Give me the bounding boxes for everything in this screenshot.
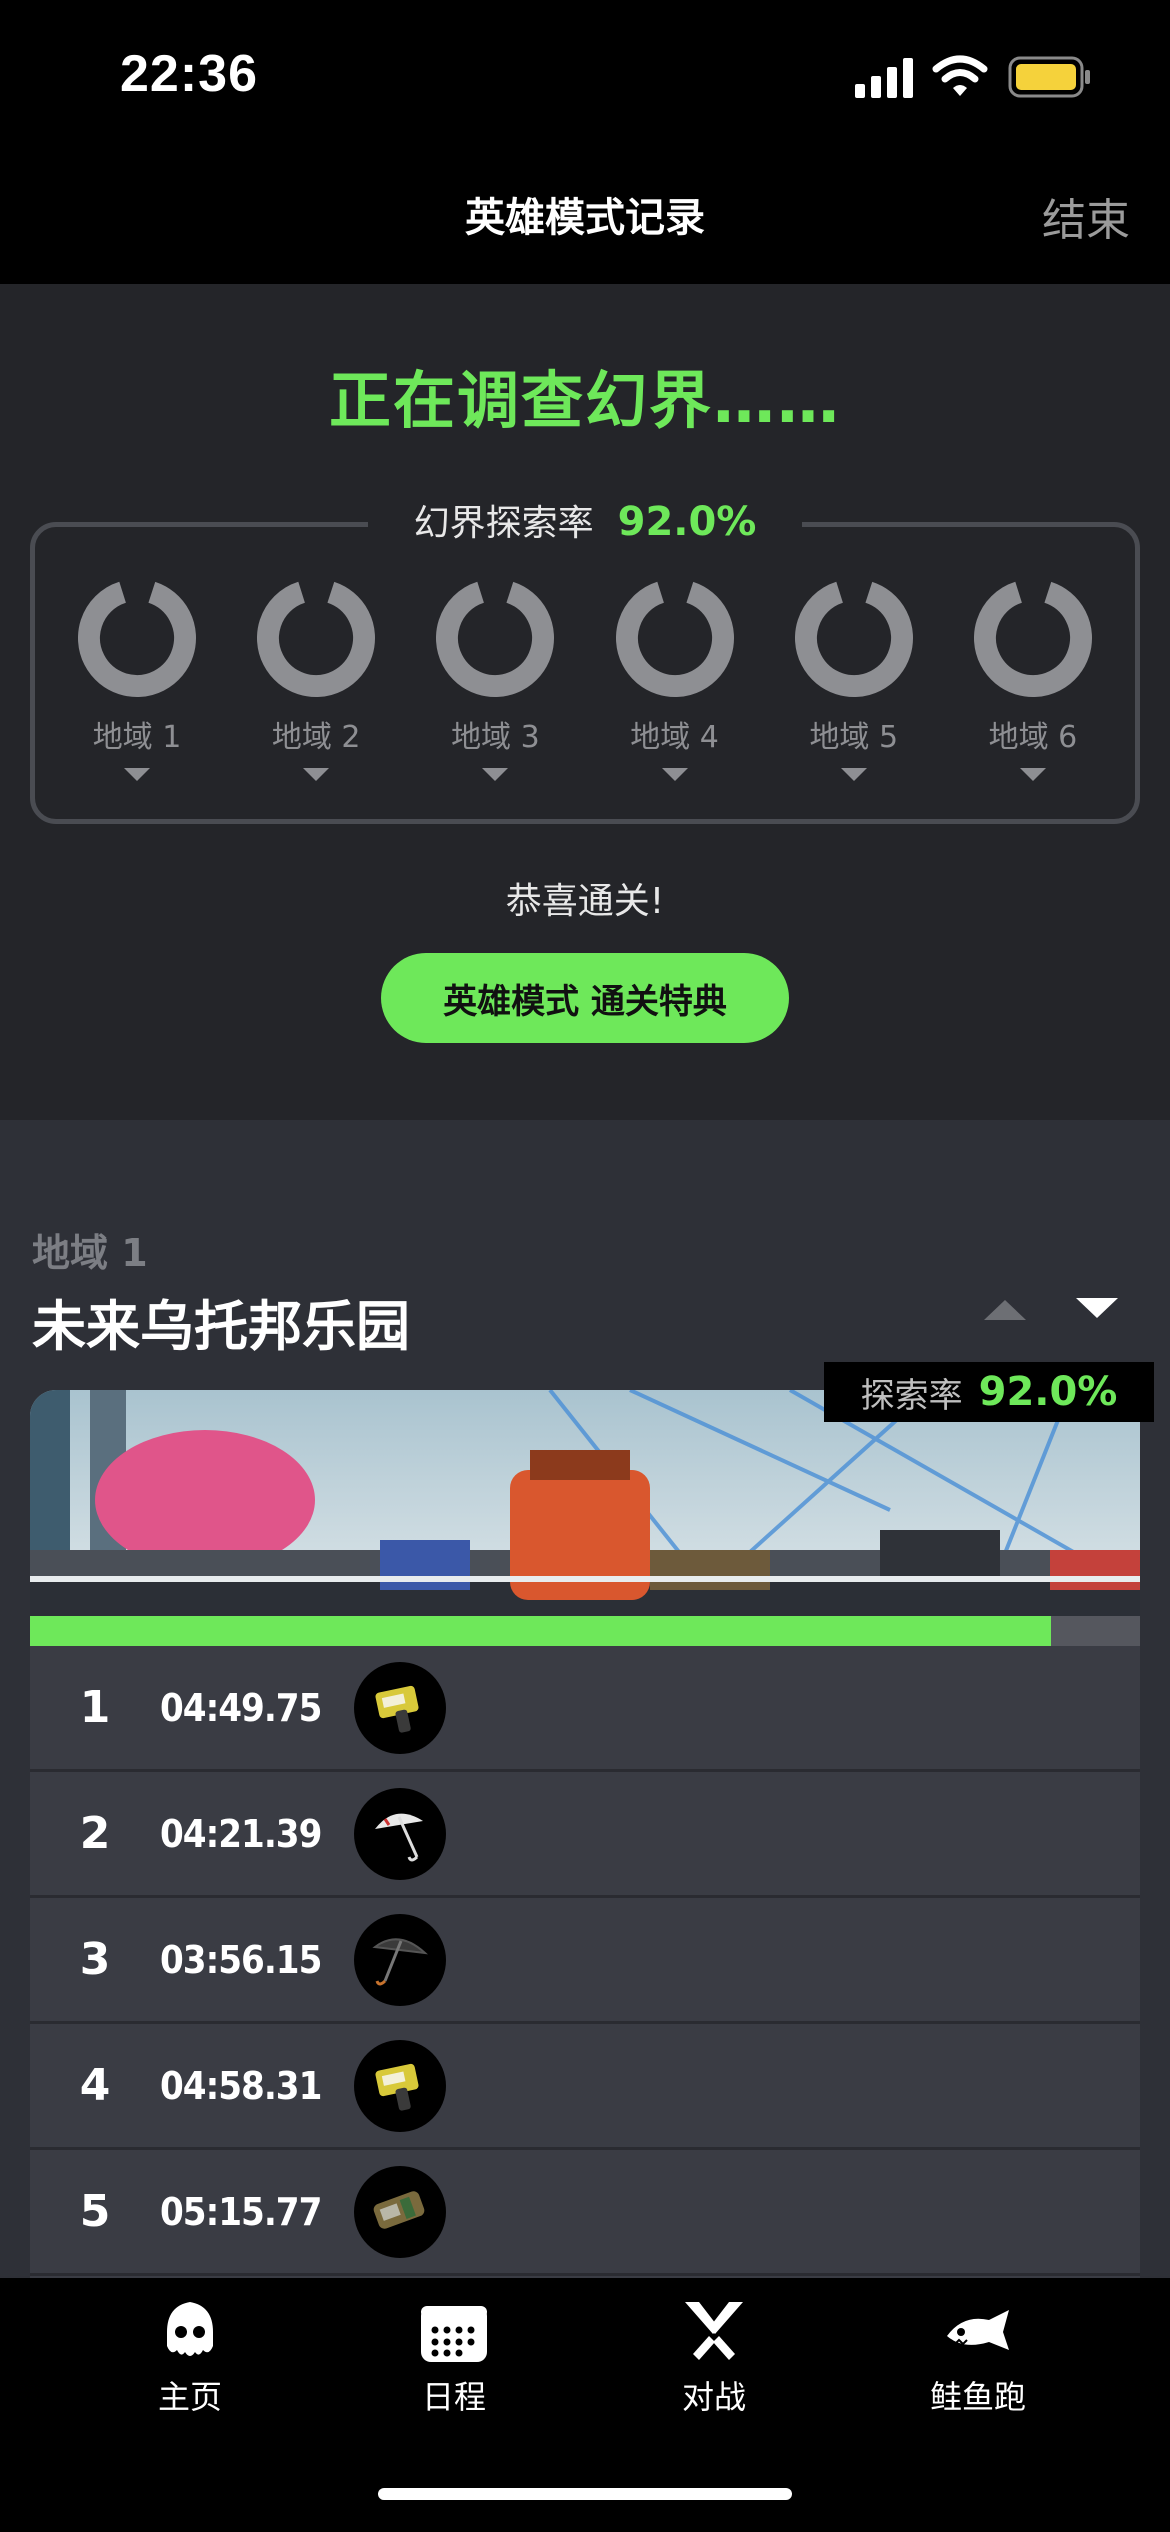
explore-rate-value: 92.0% xyxy=(617,499,757,545)
region-rate-value: 92.0% xyxy=(978,1369,1118,1415)
tab-label: 对战 xyxy=(681,2378,746,2416)
level-number: 1 xyxy=(79,1682,111,1733)
tab-home[interactable]: 主页 xyxy=(100,2298,280,2418)
level-number: 3 xyxy=(79,1934,111,1985)
calendar-icon xyxy=(421,2306,487,2362)
region-explore-rate: 探索率 92.0% xyxy=(824,1362,1154,1422)
tab-battle[interactable]: 对战 xyxy=(624,2298,804,2418)
tab-label: 主页 xyxy=(157,2378,222,2416)
level-row[interactable]: 1 04:49.75 xyxy=(30,1646,1140,1772)
home-indicator[interactable] xyxy=(378,2488,792,2500)
level-clear-time: 05:15.77 xyxy=(160,2189,322,2234)
tab-schedule[interactable]: 日程 xyxy=(364,2298,544,2418)
blaster-icon xyxy=(354,2165,446,2258)
level-clear-time: 04:58.31 xyxy=(160,2063,322,2108)
region-item[interactable]: 地域 3 xyxy=(430,578,560,798)
level-row[interactable]: 4 04:58.31 xyxy=(30,2024,1140,2150)
region-item[interactable]: 地域 2 xyxy=(251,578,381,798)
region-item[interactable]: 地域 1 xyxy=(72,578,202,798)
level-number: 4 xyxy=(79,2060,111,2111)
tab-salmon-run[interactable]: 鲑鱼跑 xyxy=(888,2298,1068,2418)
level-list: 1 04:49.75 2 04:21.39 3 03:56.15 4 04:58… xyxy=(30,1646,1140,2276)
region-name: 未来乌托邦乐园 xyxy=(32,1295,410,1358)
clear-reward-button[interactable]: 英雄模式 通关特典 xyxy=(381,953,789,1043)
level-clear-time: 03:56.15 xyxy=(160,1937,322,1982)
status-time: 22:36 xyxy=(120,45,258,103)
region-list: 地域 1 地域 2 地域 3 地域 4 地域 5 地域 6 xyxy=(40,578,1130,798)
chevron-down-icon xyxy=(482,768,509,781)
chevron-down-icon xyxy=(124,768,150,781)
chevron-down-icon xyxy=(1019,768,1046,781)
tab-label: 鲑鱼跑 xyxy=(929,2378,1026,2416)
region-number-label: 地域 1 xyxy=(32,1231,148,1275)
next-region-button[interactable] xyxy=(1076,1298,1118,1318)
splatter-shot-icon xyxy=(354,2039,446,2132)
region-banner-image xyxy=(30,1390,1140,1616)
previous-region-button[interactable] xyxy=(984,1300,1026,1320)
top-bar: 22:36 英雄模式记录 结束 xyxy=(0,0,1170,284)
level-row[interactable]: 3 03:56.15 xyxy=(30,1898,1140,2024)
region-progress-bar xyxy=(30,1616,1140,1646)
region-progress-fill xyxy=(30,1616,1052,1646)
region-progress-ring xyxy=(436,579,555,697)
region-rate-label: 探索率 xyxy=(860,1375,963,1416)
page-title: 英雄模式记录 xyxy=(465,195,705,241)
region-progress-ring xyxy=(615,579,734,697)
level-number: 5 xyxy=(79,2186,111,2237)
tab-label: 日程 xyxy=(421,2378,486,2416)
splatter-shot-icon xyxy=(354,1661,446,1754)
status-headline: 正在调查幻界…… xyxy=(328,364,841,437)
salmon-icon xyxy=(947,2310,1009,2350)
region-label: 地域 5 xyxy=(809,720,899,755)
chevron-down-icon xyxy=(840,768,867,781)
level-row[interactable]: 5 05:15.77 xyxy=(30,2150,1140,2276)
level-clear-time: 04:49.75 xyxy=(160,1685,322,1730)
level-number: 2 xyxy=(79,1808,111,1859)
region-label: 地域 2 xyxy=(271,720,361,755)
region-progress-ring xyxy=(973,579,1092,697)
region-label: 地域 3 xyxy=(451,720,540,755)
congrats-text: 恭喜通关! xyxy=(505,881,665,922)
wifi-icon xyxy=(932,55,988,96)
chevron-down-icon xyxy=(661,768,688,781)
region-progress-ring xyxy=(78,579,196,697)
level-row[interactable]: 2 04:21.39 xyxy=(30,1772,1140,1898)
region-label: 地域 4 xyxy=(630,720,719,755)
white-umbrella-icon xyxy=(354,1787,446,1880)
region-label: 地域 1 xyxy=(92,720,182,755)
cellular-signal-icon xyxy=(855,58,913,98)
black-umbrella-icon xyxy=(354,1913,446,2006)
crossed-weapons-icon xyxy=(685,2302,743,2360)
battery-icon xyxy=(1008,56,1090,98)
level-clear-time: 04:21.39 xyxy=(160,1811,322,1856)
squid-icon xyxy=(167,2302,213,2356)
chevron-down-icon xyxy=(303,768,330,781)
explore-rate-label: 幻界探索率 xyxy=(413,503,594,544)
region-item[interactable]: 地域 6 xyxy=(968,578,1098,798)
end-button[interactable]: 结束 xyxy=(1042,184,1130,248)
region-item[interactable]: 地域 5 xyxy=(789,578,919,798)
region-progress-ring xyxy=(257,579,376,697)
region-item[interactable]: 地域 4 xyxy=(610,578,740,798)
region-progress-ring xyxy=(794,579,913,697)
explore-rate-legend: 幻界探索率 92.0% xyxy=(0,494,1170,546)
region-label: 地域 6 xyxy=(988,720,1078,755)
